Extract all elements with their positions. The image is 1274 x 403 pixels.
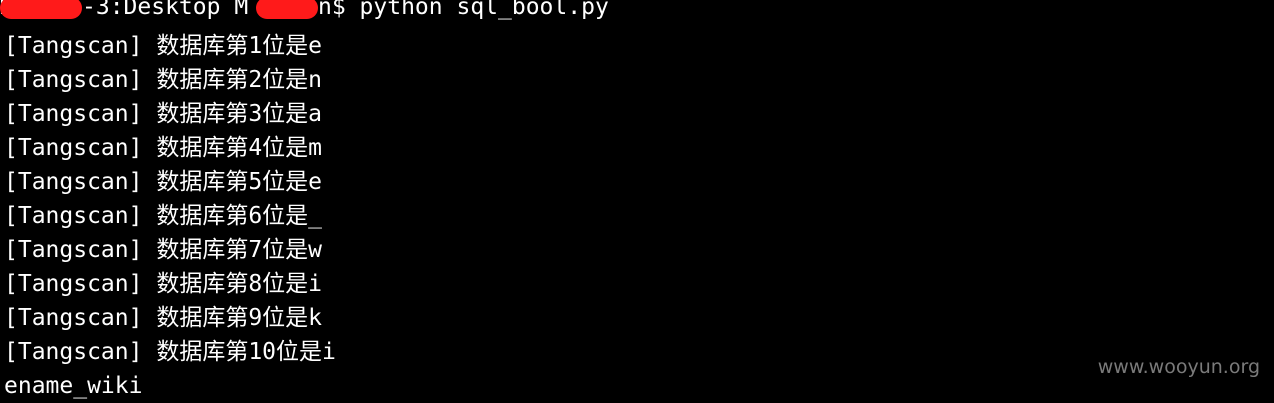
output-line-2: [Tangscan] 数据库第2位是n <box>4 67 323 93</box>
prompt-line: M -3:Desktop M n$ python sql_bool.py <box>0 0 800 29</box>
result-line: ename_wiki <box>4 373 143 399</box>
redacted-user-dir <box>256 0 318 19</box>
output-line-3: [Tangscan] 数据库第3位是a <box>4 101 323 127</box>
output-line-8: [Tangscan] 数据库第8位是i <box>4 271 323 297</box>
prompt-command: n$ python sql_bool.py <box>318 0 609 20</box>
output-line-5: [Tangscan] 数据库第5位是e <box>4 169 323 195</box>
terminal-window[interactable]: M -3:Desktop M n$ python sql_bool.py [Ta… <box>0 0 1274 402</box>
output-line-4: [Tangscan] 数据库第4位是m <box>4 135 323 161</box>
watermark: www.wooyun.org <box>1097 356 1260 378</box>
redacted-username <box>0 0 82 19</box>
output-line-1: [Tangscan] 数据库第1位是e <box>4 33 323 59</box>
output-line-7: [Tangscan] 数据库第7位是w <box>4 237 323 263</box>
prompt-host-fragment: -3:Desktop M <box>82 0 249 20</box>
output-line-9: [Tangscan] 数据库第9位是k <box>4 305 323 331</box>
output-line-10: [Tangscan] 数据库第10位是i <box>4 339 336 365</box>
output-line-6: [Tangscan] 数据库第6位是_ <box>4 203 323 229</box>
